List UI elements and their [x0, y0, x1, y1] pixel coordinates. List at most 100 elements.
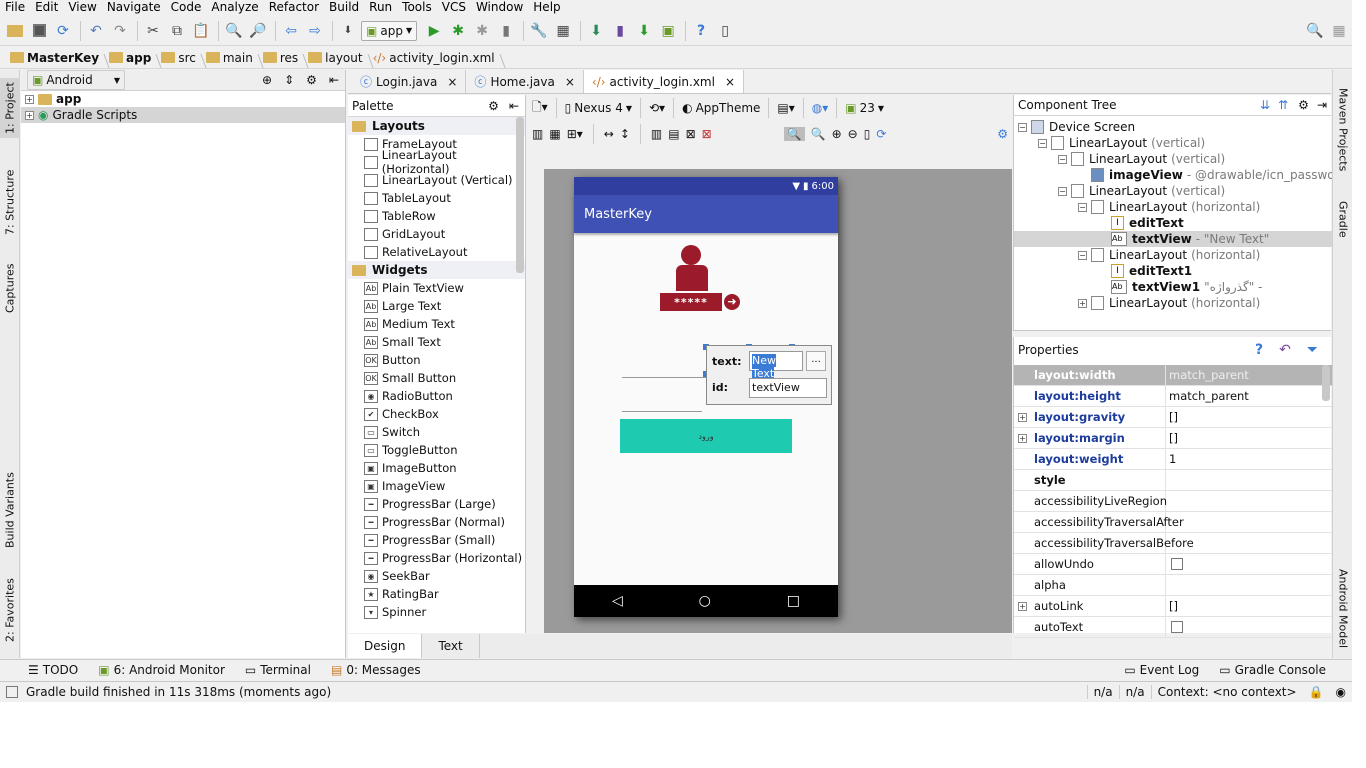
property-value-cell[interactable]: []	[1166, 596, 1332, 616]
palette-item[interactable]: LinearLayout (Horizontal)	[348, 148, 525, 176]
breadcrumb-masterkey[interactable]: MasterKey	[8, 51, 107, 65]
property-value-cell[interactable]: match_parent	[1166, 365, 1332, 385]
palette-item[interactable]: ★ RatingBar	[348, 585, 525, 603]
breadcrumb-main[interactable]: main	[204, 51, 261, 65]
breadcrumb-src[interactable]: src	[159, 51, 204, 65]
palette-item[interactable]: ◉ SeekBar	[348, 567, 525, 585]
property-value-cell[interactable]	[1166, 554, 1332, 574]
palette-item[interactable]: TableRow	[348, 207, 525, 225]
menu-build[interactable]: Build	[324, 0, 364, 14]
close-icon[interactable]: ×	[447, 75, 457, 89]
help-icon[interactable]: ?	[690, 20, 712, 42]
property-row[interactable]: layout:weight 1	[1014, 449, 1332, 470]
distribute-weights-icon[interactable]: ▥	[651, 127, 662, 141]
project-view-select[interactable]: ▣ Android ▼	[27, 70, 125, 90]
back-icon[interactable]: ⇦	[280, 20, 302, 42]
refresh-icon[interactable]: ⟳	[876, 127, 886, 141]
captures-tool-tab[interactable]: Captures	[0, 256, 20, 320]
property-row[interactable]: + layout:gravity []	[1014, 407, 1332, 428]
screenshot-icon[interactable]: ▯	[864, 127, 871, 141]
property-value-cell[interactable]	[1166, 470, 1332, 490]
expand-icon[interactable]: +	[1018, 601, 1027, 611]
tab-activity-login-xml[interactable]: ‹/› activity_login.xml ×	[583, 70, 745, 93]
close-icon[interactable]: ×	[725, 75, 735, 89]
zoom-fit-icon[interactable]: 🔍	[783, 127, 805, 141]
project-tree-item-gradle-scripts[interactable]: + ◉ Gradle Scripts	[21, 107, 345, 123]
palette-section-widgets[interactable]: Widgets	[348, 261, 525, 279]
project-structure-icon[interactable]: ▦	[552, 20, 574, 42]
device-select[interactable]: ▯ Nexus 4 ▼	[565, 101, 632, 115]
collapse-icon[interactable]: −	[1078, 250, 1087, 260]
redo-icon[interactable]: ↷	[109, 20, 131, 42]
zoom-actual-icon[interactable]: 🔍	[811, 127, 826, 141]
property-row[interactable]: style	[1014, 470, 1332, 491]
layout-grid-icon[interactable]: ▥	[532, 127, 543, 141]
menu-refactor[interactable]: Refactor	[264, 0, 324, 14]
layout-align-icon[interactable]: ▦	[549, 127, 560, 141]
property-value-cell[interactable]: match_parent	[1166, 386, 1332, 406]
menu-help[interactable]: Help	[528, 0, 565, 14]
tool-windows-toggle-icon[interactable]	[6, 686, 18, 698]
layout-variants-icon[interactable]: 🗋▾	[532, 98, 548, 119]
design-canvas[interactable]: ▼ ▮ 6:00 MasterKey ***** ➜ ورود ◁ ○ □ text…	[544, 169, 1012, 633]
palette-item[interactable]: ━ ProgressBar (Large)	[348, 495, 525, 513]
expand-icon[interactable]: +	[1018, 433, 1027, 443]
menu-vcs[interactable]: VCS	[437, 0, 471, 14]
property-row[interactable]: layout:width match_parent	[1014, 365, 1332, 386]
palette-item[interactable]: Ab Large Text	[348, 297, 525, 315]
filter-icon[interactable]: ⏷	[1307, 342, 1318, 358]
menu-file[interactable]: File	[0, 0, 30, 14]
terminal-tool-button[interactable]: ▭ Terminal	[235, 663, 321, 677]
expand-icon[interactable]: +	[25, 110, 34, 120]
inspector-icon[interactable]: ◉	[1330, 685, 1352, 699]
avd-manager-icon[interactable]: ▮	[609, 20, 631, 42]
activity-icon[interactable]: ▤▾	[777, 101, 794, 115]
forward-icon[interactable]: ⇨	[304, 20, 326, 42]
palette-item[interactable]: TableLayout	[348, 189, 525, 207]
property-row[interactable]: autoText	[1014, 617, 1332, 638]
menu-code[interactable]: Code	[166, 0, 207, 14]
palette-item[interactable]: ▾ Spinner	[348, 603, 525, 621]
palette-item[interactable]: ▣ ImageView	[348, 477, 525, 495]
breadcrumb-app[interactable]: app	[107, 51, 159, 65]
menu-navigate[interactable]: Navigate	[102, 0, 166, 14]
edittext-underline-1[interactable]	[622, 377, 706, 378]
component-tree-node[interactable]: − LinearLayout (horizontal)	[1078, 247, 1260, 263]
palette-item[interactable]: ✔ CheckBox	[348, 405, 525, 423]
property-value-cell[interactable]: []	[1166, 407, 1332, 427]
collapse-icon[interactable]: −	[1018, 122, 1027, 132]
zoom-select-icon[interactable]: ⊞▾	[567, 127, 583, 141]
palette-item[interactable]: ▣ ImageButton	[348, 459, 525, 477]
expand-icon[interactable]: +	[25, 94, 34, 104]
palette-item[interactable]: ━ ProgressBar (Small)	[348, 531, 525, 549]
component-tree-node[interactable]: − Device Screen	[1018, 119, 1139, 135]
fill-width-icon[interactable]: ↔	[604, 127, 614, 141]
android-device-monitor-icon[interactable]: ▣	[657, 20, 679, 42]
popup-more-button[interactable]: ...	[806, 351, 826, 371]
collapse-all-icon[interactable]: ⇕	[284, 73, 294, 87]
tab-text[interactable]: Text	[422, 634, 480, 658]
property-value-cell[interactable]	[1166, 512, 1332, 532]
menu-view[interactable]: View	[63, 0, 101, 14]
settings-gear-icon[interactable]: ⚙	[997, 127, 1008, 141]
palette-item[interactable]: ▭ ToggleButton	[348, 441, 525, 459]
breadcrumb-res[interactable]: res	[261, 51, 306, 65]
gradle-console-tool-button[interactable]: ▭ Gradle Console	[1209, 663, 1336, 677]
properties-scrollbar[interactable]	[1322, 365, 1330, 401]
property-row[interactable]: + layout:margin []	[1014, 428, 1332, 449]
palette-item[interactable]: GridLayout	[348, 225, 525, 243]
expand-icon[interactable]: +	[1078, 298, 1087, 308]
save-icon[interactable]	[28, 20, 50, 42]
make-project-icon[interactable]: ⬇	[337, 20, 359, 42]
property-row[interactable]: accessibilityTraversalBefore	[1014, 533, 1332, 554]
password-image[interactable]: ***** ➜	[660, 243, 744, 315]
popup-id-input[interactable]: textView	[749, 378, 827, 398]
copy-icon[interactable]: ⧉	[166, 20, 188, 42]
property-checkbox[interactable]	[1171, 621, 1183, 633]
user-icon[interactable]: ▦	[1328, 20, 1350, 42]
property-row[interactable]: + autoLink []	[1014, 596, 1332, 617]
palette-item[interactable]: LinearLayout (Vertical)	[348, 171, 525, 189]
palette-item[interactable]: ━ ProgressBar (Horizontal)	[348, 549, 525, 567]
find-icon[interactable]: 🔍	[223, 20, 245, 42]
debug-icon[interactable]: ✱	[447, 20, 469, 42]
